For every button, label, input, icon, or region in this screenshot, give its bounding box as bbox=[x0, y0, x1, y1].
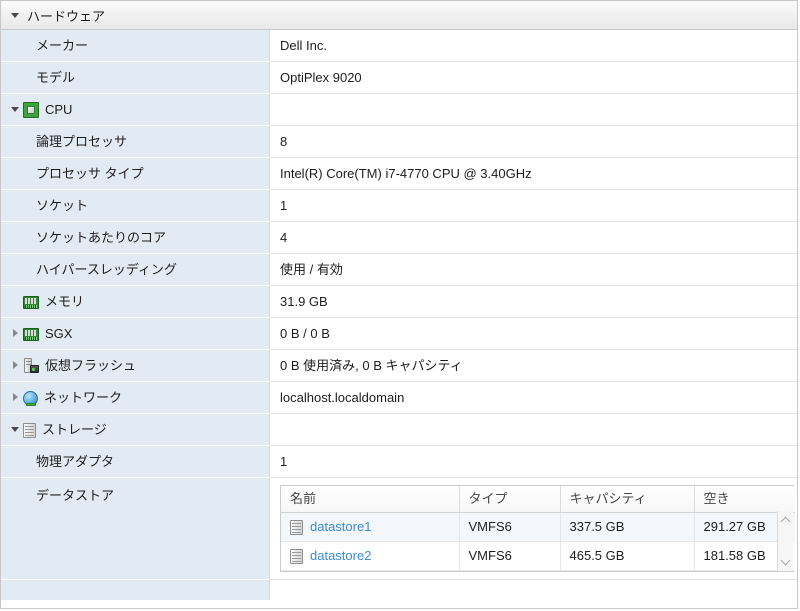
row-label-physical-adapters: 物理アダプタ bbox=[1, 446, 270, 478]
filler-value-cell bbox=[270, 579, 797, 600]
row-value-physical-adapters: 1 bbox=[270, 446, 797, 478]
datastore-name-cell[interactable]: datastore1 bbox=[281, 512, 460, 542]
table-row-sgx[interactable]: SGX 0 B / 0 B bbox=[1, 318, 797, 350]
table-row: プロセッサ タイプ Intel(R) Core(TM) i7-4770 CPU … bbox=[1, 158, 797, 190]
row-value-network: localhost.localdomain bbox=[270, 382, 797, 414]
column-header-type[interactable]: タイプ bbox=[459, 486, 561, 513]
scroll-down-arrow[interactable] bbox=[778, 553, 793, 569]
datastore-capacity-cell: 337.5 GB bbox=[560, 512, 695, 542]
row-label-storage[interactable]: ストレージ bbox=[1, 414, 270, 446]
datastore-table-container: 名前 タイプ キャパシティ 空き datastore1 VMFS6 337.5 … bbox=[280, 485, 795, 572]
table-row: 論理プロセッサ 8 bbox=[1, 126, 797, 158]
row-value-manufacturer: Dell Inc. bbox=[270, 30, 797, 62]
row-value-sgx: 0 B / 0 B bbox=[270, 318, 797, 350]
virtual-flash-icon bbox=[23, 357, 39, 374]
table-row: モデル OptiPlex 9020 bbox=[1, 62, 797, 94]
network-icon bbox=[23, 390, 38, 406]
memory-icon bbox=[23, 296, 39, 309]
row-value-memory: 31.9 GB bbox=[270, 286, 797, 318]
table-row-virtual-flash[interactable]: 仮想フラッシュ 0 B 使用済み, 0 B キャパシティ bbox=[1, 350, 797, 382]
storage-icon bbox=[23, 422, 36, 438]
row-label-sgx[interactable]: SGX bbox=[1, 318, 270, 350]
datastore-icon bbox=[290, 519, 303, 535]
datastore-type-cell: VMFS6 bbox=[459, 541, 561, 571]
datastore-scrollbar[interactable] bbox=[777, 511, 793, 571]
row-value-virtual-flash: 0 B 使用済み, 0 B キャパシティ bbox=[270, 350, 797, 382]
row-value-datastores: 名前 タイプ キャパシティ 空き datastore1 VMFS6 337.5 … bbox=[270, 478, 797, 580]
hardware-panel: ハードウェア メーカー Dell Inc. モデル OptiPlex 9020 bbox=[0, 0, 798, 609]
row-label-sockets: ソケット bbox=[1, 190, 270, 222]
chevron-right-icon[interactable] bbox=[11, 361, 20, 370]
row-label-virtual-flash[interactable]: 仮想フラッシュ bbox=[1, 350, 270, 382]
row-value-logical-processors: 8 bbox=[270, 126, 797, 158]
column-header-capacity[interactable]: キャパシティ bbox=[560, 486, 695, 513]
row-value-model: OptiPlex 9020 bbox=[270, 62, 797, 94]
chevron-down-icon[interactable] bbox=[11, 425, 20, 434]
row-value-cpu bbox=[270, 94, 797, 126]
chevron-down-icon[interactable] bbox=[11, 11, 20, 20]
datastore-table: 名前 タイプ キャパシティ 空き datastore1 VMFS6 337.5 … bbox=[281, 486, 795, 571]
row-label-hyperthreading: ハイパースレッディング bbox=[1, 254, 270, 286]
datastore-link[interactable]: datastore2 bbox=[310, 548, 371, 564]
chevron-right-icon[interactable] bbox=[11, 393, 20, 402]
column-header-name[interactable]: 名前 bbox=[281, 486, 460, 513]
table-row-memory: メモリ 31.9 GB bbox=[1, 286, 797, 318]
row-label-cpu[interactable]: CPU bbox=[1, 94, 270, 126]
datastore-name-cell[interactable]: datastore2 bbox=[281, 541, 460, 571]
scroll-up-arrow[interactable] bbox=[778, 513, 793, 529]
datastore-type-cell: VMFS6 bbox=[459, 512, 561, 542]
cpu-icon bbox=[23, 101, 39, 118]
table-row-datastores: データストア 名前 タイプ キャパシティ 空き datastore1 VMFS6… bbox=[1, 478, 797, 580]
page-title: ハードウェア bbox=[27, 8, 106, 24]
table-row: メーカー Dell Inc. bbox=[1, 30, 797, 62]
table-row-storage[interactable]: ストレージ bbox=[1, 414, 797, 446]
datastore-row[interactable]: datastore2 VMFS6 465.5 GB 181.58 GB bbox=[281, 541, 795, 571]
table-row: 物理アダプタ 1 bbox=[1, 446, 797, 478]
twisty-placeholder bbox=[11, 297, 20, 306]
row-value-hyperthreading: 使用 / 有効 bbox=[270, 254, 797, 286]
memory-icon bbox=[23, 328, 39, 341]
row-value-processor-type: Intel(R) Core(TM) i7-4770 CPU @ 3.40GHz bbox=[270, 158, 797, 190]
row-label-cores-per-socket: ソケットあたりのコア bbox=[1, 222, 270, 254]
table-row: ソケットあたりのコア 4 bbox=[1, 222, 797, 254]
chevron-right-icon[interactable] bbox=[11, 329, 20, 338]
datastore-link[interactable]: datastore1 bbox=[310, 519, 371, 535]
hardware-property-grid: メーカー Dell Inc. モデル OptiPlex 9020 CPU 論理プ… bbox=[1, 30, 797, 600]
row-label-datastores: データストア bbox=[1, 478, 270, 580]
row-value-sockets: 1 bbox=[270, 190, 797, 222]
row-value-storage bbox=[270, 414, 797, 446]
table-row-network[interactable]: ネットワーク localhost.localdomain bbox=[1, 382, 797, 414]
datastore-row[interactable]: datastore1 VMFS6 337.5 GB 291.27 GB bbox=[281, 512, 795, 542]
row-label-model: モデル bbox=[1, 62, 270, 94]
hardware-section-header[interactable]: ハードウェア bbox=[1, 1, 797, 30]
column-header-free[interactable]: 空き bbox=[694, 486, 795, 513]
datastore-table-header-row: 名前 タイプ キャパシティ 空き bbox=[281, 486, 795, 513]
datastore-icon bbox=[290, 548, 303, 564]
row-label-logical-processors: 論理プロセッサ bbox=[1, 126, 270, 158]
row-label-manufacturer: メーカー bbox=[1, 30, 270, 62]
grid-bottom-filler bbox=[1, 579, 797, 600]
table-row: ハイパースレッディング 使用 / 有効 bbox=[1, 254, 797, 286]
row-label-network[interactable]: ネットワーク bbox=[1, 382, 270, 414]
datastore-capacity-cell: 465.5 GB bbox=[560, 541, 695, 571]
filler-label-cell bbox=[1, 579, 270, 600]
chevron-down-icon[interactable] bbox=[11, 105, 20, 114]
table-row: ソケット 1 bbox=[1, 190, 797, 222]
row-value-cores-per-socket: 4 bbox=[270, 222, 797, 254]
table-row-cpu[interactable]: CPU bbox=[1, 94, 797, 126]
row-label-memory: メモリ bbox=[1, 286, 270, 318]
row-label-processor-type: プロセッサ タイプ bbox=[1, 158, 270, 190]
